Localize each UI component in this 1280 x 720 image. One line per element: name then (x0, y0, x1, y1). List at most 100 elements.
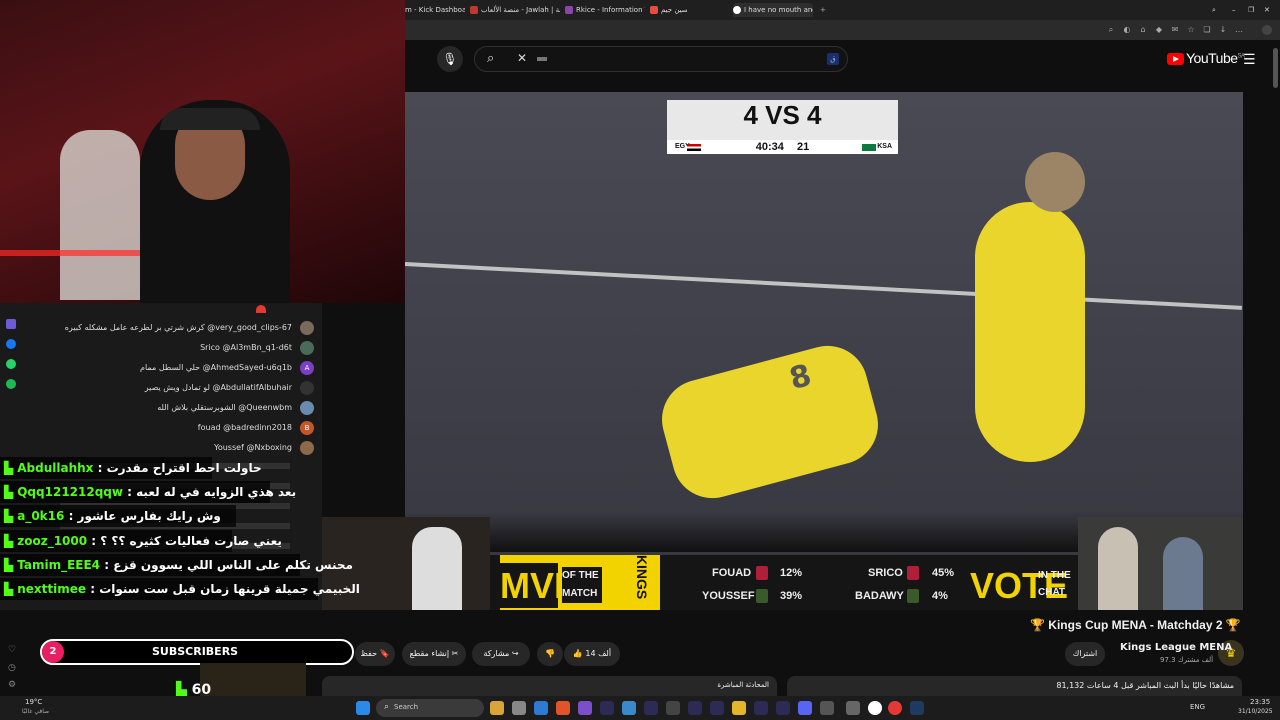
tab-jawlah[interactable]: منصة الألعاب - Jawlah | جولة (470, 3, 560, 17)
tab-label: منصة الألعاب - Jawlah | جولة (481, 6, 560, 14)
avatar: B (300, 421, 314, 435)
after-effects-icon[interactable] (688, 701, 702, 715)
photoshop-icon[interactable] (600, 701, 614, 715)
windows-start-icon[interactable] (356, 701, 370, 715)
clock-time[interactable]: 23:35 (1250, 698, 1270, 706)
file-explorer-icon[interactable] (490, 701, 504, 715)
messenger-icon[interactable] (6, 339, 16, 349)
subscribers-label: SUBSCRIBERS (152, 645, 239, 658)
tab-kick-dashboard[interactable]: m - Kick Dashboard (405, 3, 465, 17)
vscode-icon[interactable] (534, 701, 548, 715)
heart-icon (256, 305, 266, 313)
steam-icon[interactable] (910, 701, 924, 715)
kick-message-text: : الخبيمي جميلة قرينها زمان قبل ست سنوات (90, 582, 360, 596)
search-input[interactable]: ⌕ ✕ ق (474, 46, 848, 72)
chat-text: لو تمادل ويش يصير (144, 383, 210, 392)
subscriber-count: 97.3 ألف مشترك (1160, 656, 1214, 664)
audition-icon[interactable] (644, 701, 658, 715)
trophy-icon: 🏆 (1225, 618, 1241, 632)
chat-username: @AhmedSayed-u6q1b (202, 363, 292, 372)
team-right: KSA (877, 143, 892, 150)
app-icon[interactable] (6, 319, 16, 329)
description-box[interactable]: 81,132 مشاهدًا حاليًا بدأ البث المباشر ق… (787, 676, 1242, 696)
chat-username: @Nxboxing (246, 443, 292, 452)
heart-outline-icon[interactable]: ♡ (8, 645, 16, 655)
extension-icon[interactable]: … (1234, 25, 1244, 35)
app-icon[interactable] (666, 701, 680, 715)
close-window-icon[interactable]: ✕ (1264, 3, 1274, 17)
extension-icon[interactable]: ↓ (1218, 25, 1228, 35)
extension-icon[interactable]: ⌂ (1138, 25, 1148, 35)
team-crest-icon (907, 589, 919, 603)
media-encoder-icon[interactable] (710, 701, 724, 715)
tab-active-youtube[interactable]: I have no mouth and I mu (733, 3, 813, 17)
windows-taskbar: 19°C صافي غالبًا ⌕ Search ENG 23:35 31/1… (0, 696, 1280, 720)
share-button[interactable]: مشاركة ↪ (472, 642, 530, 666)
dislike-button[interactable]: 👎 (537, 642, 563, 666)
headphones-icon (160, 108, 260, 130)
app-icon[interactable] (732, 701, 746, 715)
search-tabs-icon[interactable]: ⌕ (1212, 3, 1222, 17)
maximize-icon[interactable]: ❐ (1248, 3, 1258, 17)
weather-temp[interactable]: 19°C (25, 698, 42, 706)
kick-chat-message: ▙ zooz_1000 : يعني صارت فعاليات كثيره ؟؟ … (0, 530, 282, 552)
extension-icon[interactable]: ⌕ (1106, 25, 1116, 35)
tab-rkice[interactable]: Rkice - Information Techn (565, 3, 645, 17)
app-icon[interactable] (622, 701, 636, 715)
kick-username: zooz_1000 (17, 534, 88, 548)
app-icon[interactable] (798, 701, 812, 715)
menu-icon[interactable]: ☰ (1243, 52, 1256, 68)
extension-icon[interactable]: ❏ (1202, 25, 1212, 35)
brave-icon[interactable] (556, 701, 570, 715)
clock-icon[interactable]: ◷ (8, 663, 16, 673)
tab-favicon-icon (470, 6, 478, 14)
premiere-icon[interactable] (754, 701, 768, 715)
chat-text: حلي السطل ممام (140, 363, 201, 372)
minimize-icon[interactable]: – (1232, 3, 1242, 17)
extension-icon[interactable]: ◆ (1154, 25, 1164, 35)
extension-icon[interactable]: ☆ (1186, 25, 1196, 35)
tab-favicon-icon (733, 6, 741, 14)
subscribe-button[interactable]: اشتراك (1065, 642, 1105, 666)
visual-studio-icon[interactable] (578, 701, 592, 715)
app-icon[interactable] (512, 701, 526, 715)
extension-icon[interactable]: ◐ (1122, 25, 1132, 35)
audition-icon[interactable] (776, 701, 790, 715)
language-indicator[interactable]: ENG (1190, 703, 1205, 711)
like-button[interactable]: 👍 14 ألف (564, 642, 620, 666)
app-icon[interactable] (846, 701, 860, 715)
obs-icon[interactable] (868, 701, 882, 715)
whatsapp-icon[interactable] (6, 359, 16, 369)
share-label: مشاركة (483, 649, 510, 658)
scrollbar[interactable] (1273, 48, 1278, 88)
app-icon[interactable] (820, 701, 834, 715)
new-tab-icon[interactable]: + (820, 3, 830, 17)
match-clock: 40:34 (755, 141, 784, 153)
live-chat-header[interactable]: المحادثة المباشرة (322, 676, 777, 696)
kick-username: nexttimee (17, 582, 87, 596)
voice-search-icon[interactable]: 🎙 (437, 46, 463, 72)
kick-chat-message: ▙ nexttimee : الخبيمي جميلة قرينها زمان ق… (0, 578, 360, 600)
live-chat-label: المحادثة المباشرة (717, 681, 769, 689)
channel-name[interactable]: Kings League MENA (1120, 642, 1232, 653)
clear-search-icon[interactable]: ✕ (517, 51, 527, 65)
extension-icon[interactable]: ✉ (1170, 25, 1180, 35)
kick-username: Abdullahhx (17, 461, 94, 475)
app-icon[interactable] (888, 701, 902, 715)
taskbar-search[interactable]: ⌕ Search (376, 699, 484, 717)
youtube-logo[interactable]: YouTubeSA (1167, 50, 1245, 68)
bookmark-icon: 🔖 (379, 649, 390, 658)
player-name: FOUAD (712, 567, 752, 579)
save-button[interactable]: حفظ 🔖 (355, 642, 395, 666)
profile-icon[interactable] (1262, 25, 1272, 35)
video-title: 🏆 Kings Cup MENA - Matchday 2 🏆 (1030, 618, 1241, 632)
settings-icon[interactable]: ⚙ (8, 680, 16, 690)
keyboard-icon[interactable]: ق (827, 53, 839, 65)
kick-message-text: : بعد هذي الزوايه في له لعبه (127, 485, 297, 499)
spotify-icon[interactable] (6, 379, 16, 389)
clip-button[interactable]: إنشاء مقطع ✂ (402, 642, 466, 666)
scissors-icon: ✂ (451, 649, 459, 658)
kick-logo-icon: ▙ (4, 582, 14, 596)
tab-seen-jeem[interactable]: سين جيم (650, 3, 710, 17)
chat-message: fouad @badredinn2018 (198, 423, 292, 432)
